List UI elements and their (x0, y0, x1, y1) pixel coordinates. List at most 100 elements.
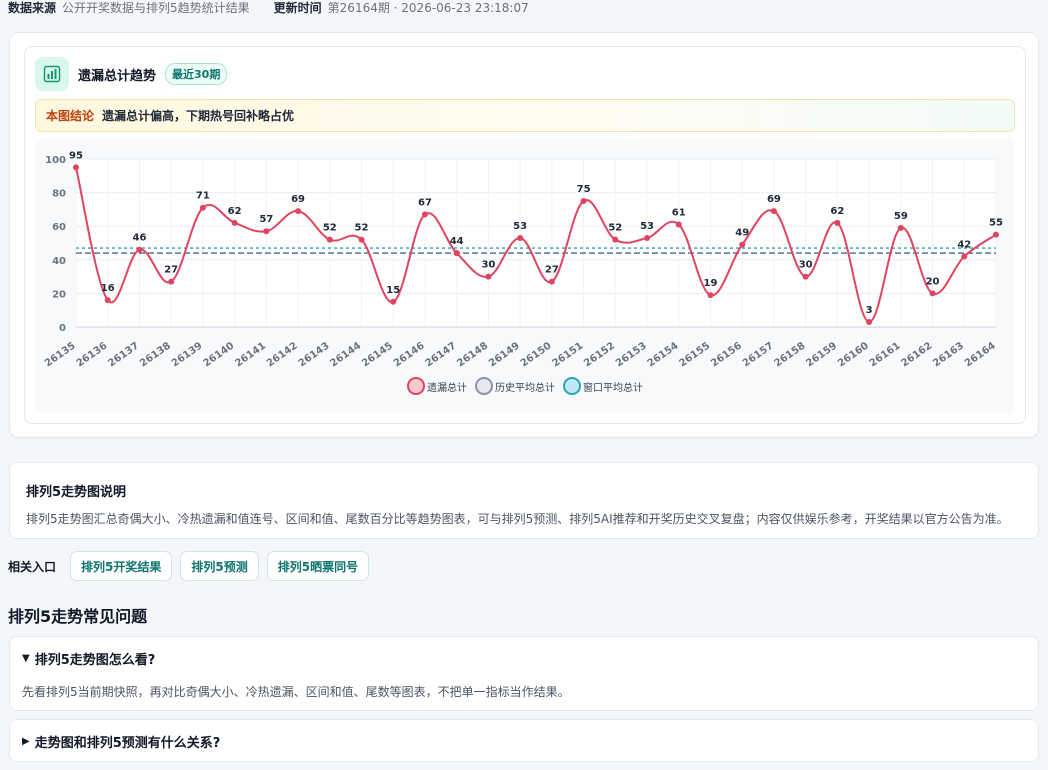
updated-value: 第26164期 · 2026-06-23 23:18:07 (327, 0, 529, 15)
link-shared-tickets[interactable]: 排列5晒票同号 (266, 551, 370, 581)
data-point (707, 292, 714, 299)
faq-heading: 排列5走势常见问题 (8, 607, 148, 626)
x-tick-label: 26163 (931, 340, 966, 369)
data-source-bar: 数据来源 公开开奖数据与排列5趋势统计结果 更新时间 第26164期 · 202… (8, 0, 529, 15)
caret-right-icon: ▶ (22, 735, 30, 747)
link-draw-results[interactable]: 排列5开奖结果 (70, 551, 173, 581)
data-label: 27 (164, 265, 178, 276)
x-tick-label: 26142 (265, 340, 300, 369)
caret-down-icon: ▼ (22, 652, 30, 664)
faq-item-collapsed: ▶ 走势图和排列5预测有什么关系? (9, 719, 1039, 762)
data-label: 55 (989, 218, 1003, 229)
data-point (961, 253, 968, 260)
data-label: 19 (704, 278, 718, 289)
source-value: 公开开奖数据与排列5趋势统计结果 (62, 0, 250, 15)
y-tick-label: 100 (45, 155, 66, 166)
data-label: 69 (767, 194, 781, 205)
updated-label: 更新时间 (273, 0, 322, 15)
faq-question[interactable]: ▼ 排列5走势图怎么看? (22, 637, 1026, 679)
data-label: 15 (386, 285, 400, 296)
x-tick-label: 26154 (646, 340, 681, 369)
x-tick-label: 26144 (328, 340, 363, 369)
data-label: 27 (545, 265, 559, 276)
data-point (104, 297, 111, 304)
data-point (580, 198, 587, 204)
legend-item-missing-total[interactable]: 遗漏总计 (407, 377, 467, 395)
data-point (136, 246, 143, 253)
data-label: 3 (866, 305, 873, 316)
x-tick-label: 26164 (963, 340, 998, 369)
data-point (390, 298, 397, 305)
x-tick-label: 26161 (868, 340, 903, 369)
faq-question[interactable]: ▶ 走势图和排列5预测有什么关系? (22, 720, 1026, 762)
legend-item-window-avg[interactable]: 窗口平均总计 (563, 377, 643, 395)
data-label: 62 (830, 206, 844, 217)
data-point (231, 219, 238, 226)
data-label: 61 (672, 208, 686, 219)
data-label: 53 (640, 221, 654, 232)
data-point (897, 224, 904, 231)
data-label: 67 (418, 197, 432, 208)
x-tick-label: 26153 (614, 340, 649, 369)
data-label: 69 (291, 194, 305, 205)
data-label: 52 (608, 223, 622, 234)
related-links: 相关入口 排列5开奖结果 排列5预测 排列5晒票同号 (8, 551, 370, 581)
y-tick-label: 40 (52, 256, 66, 267)
chart-description-card: 排列5走势图说明 排列5走势图汇总奇偶大小、冷热遗漏和值连号、区间和值、尾数百分… (9, 462, 1039, 539)
data-label: 53 (513, 221, 527, 232)
description-body: 排列5走势图汇总奇偶大小、冷热遗漏和值连号、区间和值、尾数百分比等趋势图表，可与… (26, 512, 1009, 526)
x-tick-label: 26146 (392, 340, 427, 369)
data-point (834, 219, 841, 226)
data-point (548, 278, 555, 285)
data-point (326, 236, 333, 243)
x-tick-label: 26158 (773, 340, 808, 369)
bar-chart-icon (35, 57, 69, 91)
faq-question-text: 排列5走势图怎么看? (34, 652, 156, 668)
faq-question-text: 走势图和排列5预测有什么关系? (34, 735, 221, 751)
data-label: 46 (132, 233, 146, 244)
plot-area: 0 20 40 60 80 100 26135 26136 26137 26138 26139 261… (35, 139, 1015, 413)
plot-background (76, 159, 996, 327)
legend-swatch (407, 377, 425, 395)
data-point (866, 318, 873, 325)
x-tick-label: 26152 (582, 340, 617, 369)
chart-header: 遗漏总计趋势 最近30期 (35, 57, 228, 91)
data-point (802, 273, 809, 280)
conclusion-banner: 本图结论 遗漏总计偏高，下期热号回补略占优 (35, 99, 1015, 132)
legend-label: 窗口平均总计 (583, 382, 643, 394)
y-tick-label: 60 (52, 222, 66, 233)
x-tick-label: 26149 (487, 340, 522, 369)
x-tick-label: 26135 (43, 340, 78, 369)
legend-swatch (475, 377, 493, 395)
data-label: 62 (228, 206, 242, 217)
conclusion-tag: 本图结论 (46, 109, 95, 123)
data-point (517, 234, 524, 241)
chart-legend: 遗漏总计 历史平均总计 窗口平均总计 (35, 377, 1015, 395)
legend-item-history-avg[interactable]: 历史平均总计 (475, 377, 555, 395)
x-tick-label: 26143 (297, 340, 332, 369)
data-point (929, 290, 936, 297)
data-label: 59 (894, 211, 908, 222)
data-point (993, 231, 999, 238)
x-tick-label: 26162 (899, 340, 934, 369)
data-label: 44 (450, 236, 464, 247)
x-tick-label: 26155 (677, 340, 712, 369)
chart-card: 遗漏总计趋势 最近30期 本图结论 遗漏总计偏高，下期热号回补略占优 0 20 40… (24, 46, 1026, 424)
data-label: 95 (69, 150, 83, 161)
x-tick-label: 26156 (709, 340, 744, 369)
data-label: 52 (323, 223, 337, 234)
source-label: 数据来源 (8, 0, 57, 15)
x-tick-label: 26151 (550, 340, 585, 369)
y-tick-label: 80 (52, 189, 66, 200)
x-tick-label: 26139 (170, 340, 205, 369)
y-tick-label: 0 (59, 323, 66, 334)
link-prediction[interactable]: 排列5预测 (180, 551, 259, 581)
data-point (644, 234, 651, 241)
conclusion-text: 遗漏总计偏高，下期热号回补略占优 (102, 109, 295, 123)
x-tick-label: 26159 (804, 340, 839, 369)
x-tick-label: 26160 (836, 340, 871, 369)
data-point (739, 241, 746, 248)
x-tick-label: 26148 (455, 340, 490, 369)
data-point (612, 236, 619, 243)
data-label: 49 (735, 228, 749, 239)
